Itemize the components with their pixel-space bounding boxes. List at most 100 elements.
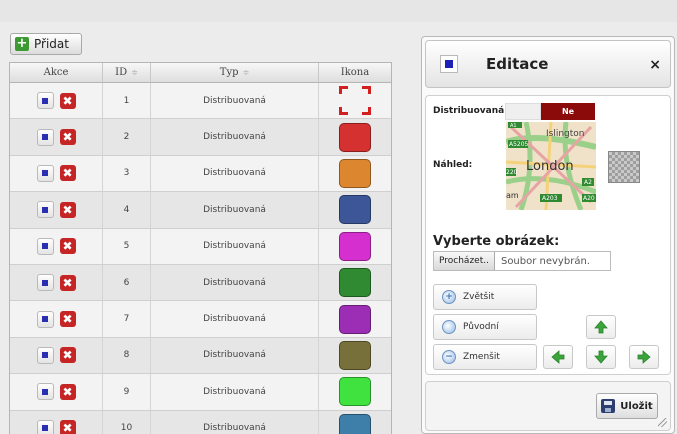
- row-typ: Distribuovaná: [151, 374, 319, 410]
- row-icon-cell: [319, 338, 391, 373]
- edit-icon: [440, 55, 458, 73]
- original-size-button[interactable]: Původní: [433, 314, 537, 340]
- save-button[interactable]: Uložit: [596, 393, 658, 419]
- row-typ: Distribuovaná: [151, 228, 319, 264]
- delete-row-button[interactable]: ✖: [59, 165, 76, 182]
- close-icon[interactable]: ×: [649, 57, 661, 73]
- table-row[interactable]: ✖ 5 Distribuovaná: [10, 228, 391, 265]
- edit-icon: [42, 243, 48, 250]
- move-down-button[interactable]: [586, 345, 616, 369]
- edit-icon: [42, 134, 48, 141]
- table-row[interactable]: ✖ 3 Distribuovaná: [10, 155, 391, 193]
- table-row[interactable]: ✖ 1 Distribuovaná: [10, 83, 391, 120]
- add-button-label: Přidat: [34, 37, 69, 51]
- table-row[interactable]: ✖ 7 Distribuovaná: [10, 301, 391, 338]
- edit-row-button[interactable]: [36, 128, 54, 146]
- arrow-up-icon: [594, 320, 608, 334]
- edit-row-button[interactable]: [36, 164, 54, 182]
- delete-row-button[interactable]: ✖: [59, 274, 76, 291]
- edit-icon: [42, 170, 48, 177]
- row-actions: ✖: [10, 119, 103, 155]
- browse-button[interactable]: Procházet..: [434, 252, 495, 270]
- sort-icon: ≑: [131, 68, 138, 77]
- delete-row-button[interactable]: ✖: [59, 383, 76, 400]
- row-id: 6: [103, 264, 151, 301]
- row-actions: ✖: [10, 83, 103, 119]
- map-road-label: A5205: [509, 141, 529, 148]
- table-row[interactable]: ✖ 6 Distribuovaná: [10, 264, 391, 302]
- arrow-right-icon: [637, 350, 651, 364]
- edit-row-button[interactable]: [36, 383, 54, 401]
- move-right-button[interactable]: [629, 345, 659, 369]
- column-label: ID: [115, 67, 128, 78]
- editor-title: Editace: [486, 55, 549, 73]
- zoom-in-button[interactable]: + Zvětšit: [433, 284, 537, 310]
- column-label: Akce: [43, 67, 69, 78]
- color-swatch-icon: [339, 195, 371, 225]
- edit-row-button[interactable]: [36, 346, 54, 364]
- delete-row-button[interactable]: ✖: [59, 238, 76, 255]
- column-header-id[interactable]: ID ≑: [103, 63, 151, 82]
- color-swatch-icon: [339, 122, 371, 152]
- corner-marker-icon: [339, 86, 371, 116]
- row-typ: Distribuovaná: [151, 83, 319, 119]
- table-row[interactable]: ✖ 2 Distribuovaná: [10, 119, 391, 156]
- color-swatch-icon: [339, 268, 371, 298]
- table-row[interactable]: ✖ 4 Distribuovaná: [10, 192, 391, 229]
- table-row[interactable]: ✖ 9 Distribuovaná: [10, 374, 391, 411]
- map-road-label: A2: [584, 179, 592, 186]
- color-swatch-icon: [339, 340, 371, 370]
- delete-row-button[interactable]: ✖: [59, 420, 76, 434]
- editor-footer: Uložit: [425, 381, 671, 431]
- row-actions: ✖: [10, 410, 103, 434]
- delete-row-button[interactable]: ✖: [59, 92, 76, 109]
- edit-row-button[interactable]: [36, 201, 54, 219]
- row-typ: Distribuovaná: [151, 337, 319, 374]
- row-icon-cell: [319, 301, 391, 336]
- map-place-label: Islington: [546, 129, 585, 139]
- edit-icon: [42, 316, 48, 323]
- table-header: Akce ID ≑ Typ ≑ Ikona: [10, 63, 391, 83]
- zoom-out-icon: −: [442, 350, 456, 364]
- toggle-no-option[interactable]: Ne: [541, 103, 595, 120]
- edit-row-button[interactable]: [36, 310, 54, 328]
- table-row[interactable]: ✖ 8 Distribuovaná: [10, 337, 391, 375]
- resize-grip-icon[interactable]: [658, 418, 667, 427]
- map-road-label: A20: [583, 195, 595, 202]
- column-label: Ikona: [340, 67, 370, 78]
- transparent-preview: [608, 151, 640, 183]
- editor-body: Distribuovaná: Ne Náhled: A1 A5205 Islin…: [425, 95, 671, 375]
- row-icon-cell: [319, 156, 391, 191]
- delete-row-button[interactable]: ✖: [59, 129, 76, 146]
- top-bar: [0, 0, 677, 22]
- delete-row-button[interactable]: ✖: [59, 311, 76, 328]
- edit-row-button[interactable]: [36, 419, 54, 434]
- row-icon-cell: [319, 265, 391, 300]
- edit-icon: [42, 425, 48, 432]
- row-actions: ✖: [10, 228, 103, 264]
- edit-row-button[interactable]: [36, 92, 54, 110]
- row-icon-cell: [319, 411, 391, 434]
- edit-row-button[interactable]: [36, 274, 54, 292]
- file-input[interactable]: Procházet.. Soubor nevybrán.: [433, 251, 611, 271]
- zoom-out-button[interactable]: − Zmenšit: [433, 344, 537, 370]
- table-row[interactable]: ✖ 10 Distribuovaná: [10, 410, 391, 434]
- select-image-title: Vyberte obrázek:: [433, 234, 560, 249]
- delete-row-button[interactable]: ✖: [59, 347, 76, 364]
- move-left-button[interactable]: [543, 345, 573, 369]
- edit-icon: [42, 206, 48, 213]
- row-actions: ✖: [10, 301, 103, 337]
- edit-row-button[interactable]: [36, 237, 54, 255]
- delete-row-button[interactable]: ✖: [59, 201, 76, 218]
- map-place-label: am: [506, 191, 519, 200]
- color-swatch-icon: [339, 231, 371, 261]
- icons-table: Akce ID ≑ Typ ≑ Ikona ✖ 1 Distribuovaná ✖ 2 Dis…: [9, 62, 392, 434]
- row-icon-cell: [319, 374, 391, 409]
- row-id: 7: [103, 301, 151, 337]
- move-up-button[interactable]: [586, 315, 616, 339]
- add-button[interactable]: + Přidat: [10, 33, 82, 55]
- map-preview: A1 A5205 Islington London 220 A2 am A203…: [506, 122, 596, 210]
- row-typ: Distribuovaná: [151, 119, 319, 155]
- toggle-yes-option[interactable]: [505, 103, 541, 120]
- column-header-typ[interactable]: Typ ≑: [151, 63, 319, 82]
